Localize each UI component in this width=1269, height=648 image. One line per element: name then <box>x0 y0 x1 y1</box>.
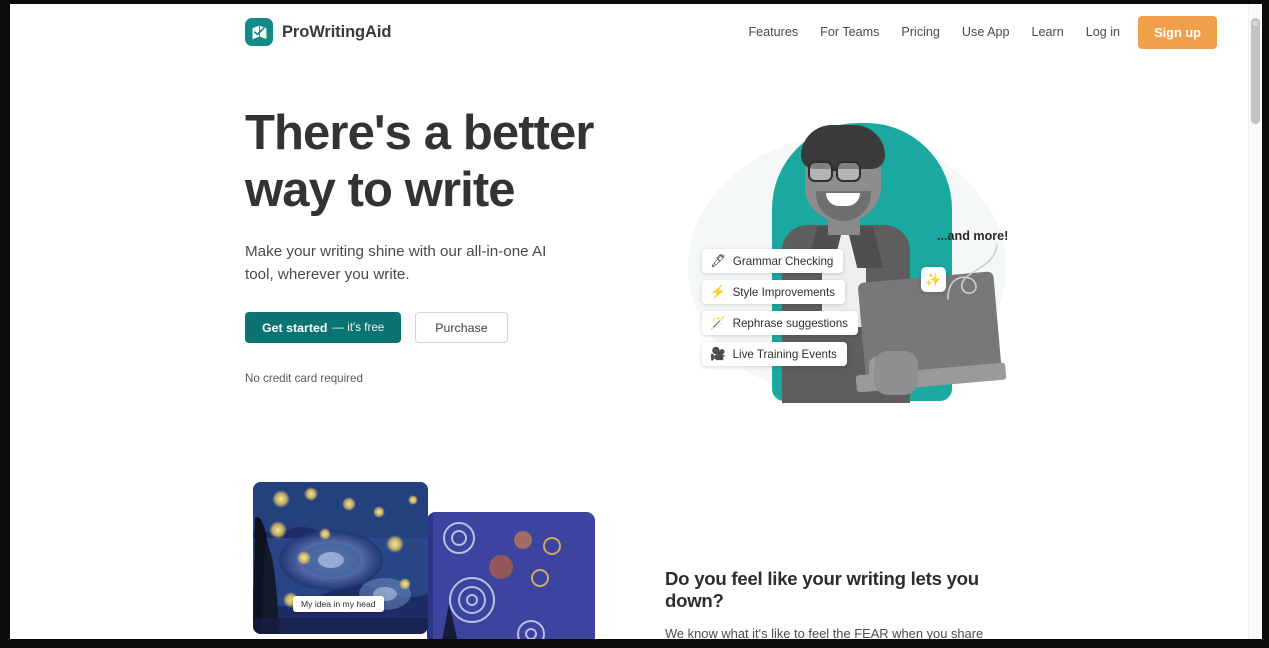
sparkles-icon: ✨ <box>921 267 946 292</box>
scrollbar-grip <box>1252 20 1259 27</box>
hand <box>874 351 918 395</box>
get-started-subtext: — it's free <box>332 321 385 334</box>
feature-pill-label: Style Improvements <box>732 285 836 299</box>
page-viewport: ProWritingAid Features For Teams Pricing… <box>10 4 1262 639</box>
feature-pill-label: Live Training Events <box>732 347 837 361</box>
book-check-icon <box>245 18 273 46</box>
window-chrome-right <box>1262 0 1269 648</box>
hero-copy: There's a better way to write Make your … <box>245 105 615 385</box>
nav-link-pricing[interactable]: Pricing <box>890 19 951 45</box>
main-navigation: Features For Teams Pricing Use App Learn… <box>737 4 1217 60</box>
lightning-bolt-icon: ⚡ <box>710 284 726 299</box>
quill-pen-icon: 🖋 <box>710 253 726 268</box>
and-more-label: ...and more! <box>937 229 1009 243</box>
movie-camera-icon: 🎥 <box>710 346 726 361</box>
flat-starry-night-card <box>427 512 595 639</box>
image-caption-chip: My idea in my head <box>293 596 384 612</box>
hero-title: There's a better way to write <box>245 105 615 219</box>
get-started-label: Get started <box>262 320 328 335</box>
nav-link-use-app[interactable]: Use App <box>951 19 1021 45</box>
purchase-button[interactable]: Purchase <box>415 312 508 343</box>
hero-title-line-2: way to write <box>245 163 516 217</box>
curly-arrow-icon <box>947 244 998 300</box>
scrollbar-thumb[interactable] <box>1251 18 1260 124</box>
section-title: Do you feel like your writing lets you d… <box>665 568 979 611</box>
feature-pill-grammar: 🖋 Grammar Checking <box>702 249 844 273</box>
nav-link-learn[interactable]: Learn <box>1021 19 1075 45</box>
site-header: ProWritingAid Features For Teams Pricing… <box>10 4 1248 60</box>
brand-logo[interactable]: ProWritingAid <box>245 18 391 46</box>
feature-pill-style: ⚡ Style Improvements <box>702 280 846 304</box>
no-credit-card-note: No credit card required <box>245 372 363 385</box>
hero-title-line-1: There's a better <box>245 106 594 160</box>
brand-name: ProWritingAid <box>282 22 392 41</box>
browser-window: ProWritingAid Features For Teams Pricing… <box>0 0 1269 648</box>
sign-up-button[interactable]: Sign up <box>1138 15 1217 49</box>
section-copy: Do you feel like your writing lets you d… <box>665 568 1025 639</box>
get-started-button[interactable]: Get started — it's free <box>245 312 402 343</box>
hero-section: There's a better way to write Make your … <box>10 60 1248 480</box>
section-body: We know what it's like to feel the FEAR … <box>665 626 984 639</box>
nav-link-for-teams[interactable]: For Teams <box>809 19 890 45</box>
hero-cta-group: Get started — it's free Purchase <box>245 312 615 343</box>
magic-wand-icon: 🪄 <box>710 315 726 330</box>
hero-illustration: ...and more! ✨ 🖋 Grammar Checking ⚡ Styl… <box>660 105 1060 450</box>
feature-pill-label: Rephrase suggestions <box>732 316 848 330</box>
nav-link-features[interactable]: Features <box>737 19 809 45</box>
hero-subtitle: Make your writing shine with our all-in-… <box>245 243 547 283</box>
writing-confidence-section: My idea in my head Do you feel like your… <box>10 480 1248 639</box>
vertical-scrollbar[interactable] <box>1248 4 1262 639</box>
window-chrome-left <box>0 0 10 648</box>
feature-pill-training: 🎥 Live Training Events <box>702 342 847 366</box>
window-chrome-bottom <box>0 639 1269 648</box>
feature-pill-rephrase: 🪄 Rephrase suggestions <box>702 311 858 335</box>
feature-pill-label: Grammar Checking <box>732 254 834 268</box>
section-illustration: My idea in my head <box>245 480 595 639</box>
nav-link-log-in[interactable]: Log in <box>1075 19 1132 45</box>
